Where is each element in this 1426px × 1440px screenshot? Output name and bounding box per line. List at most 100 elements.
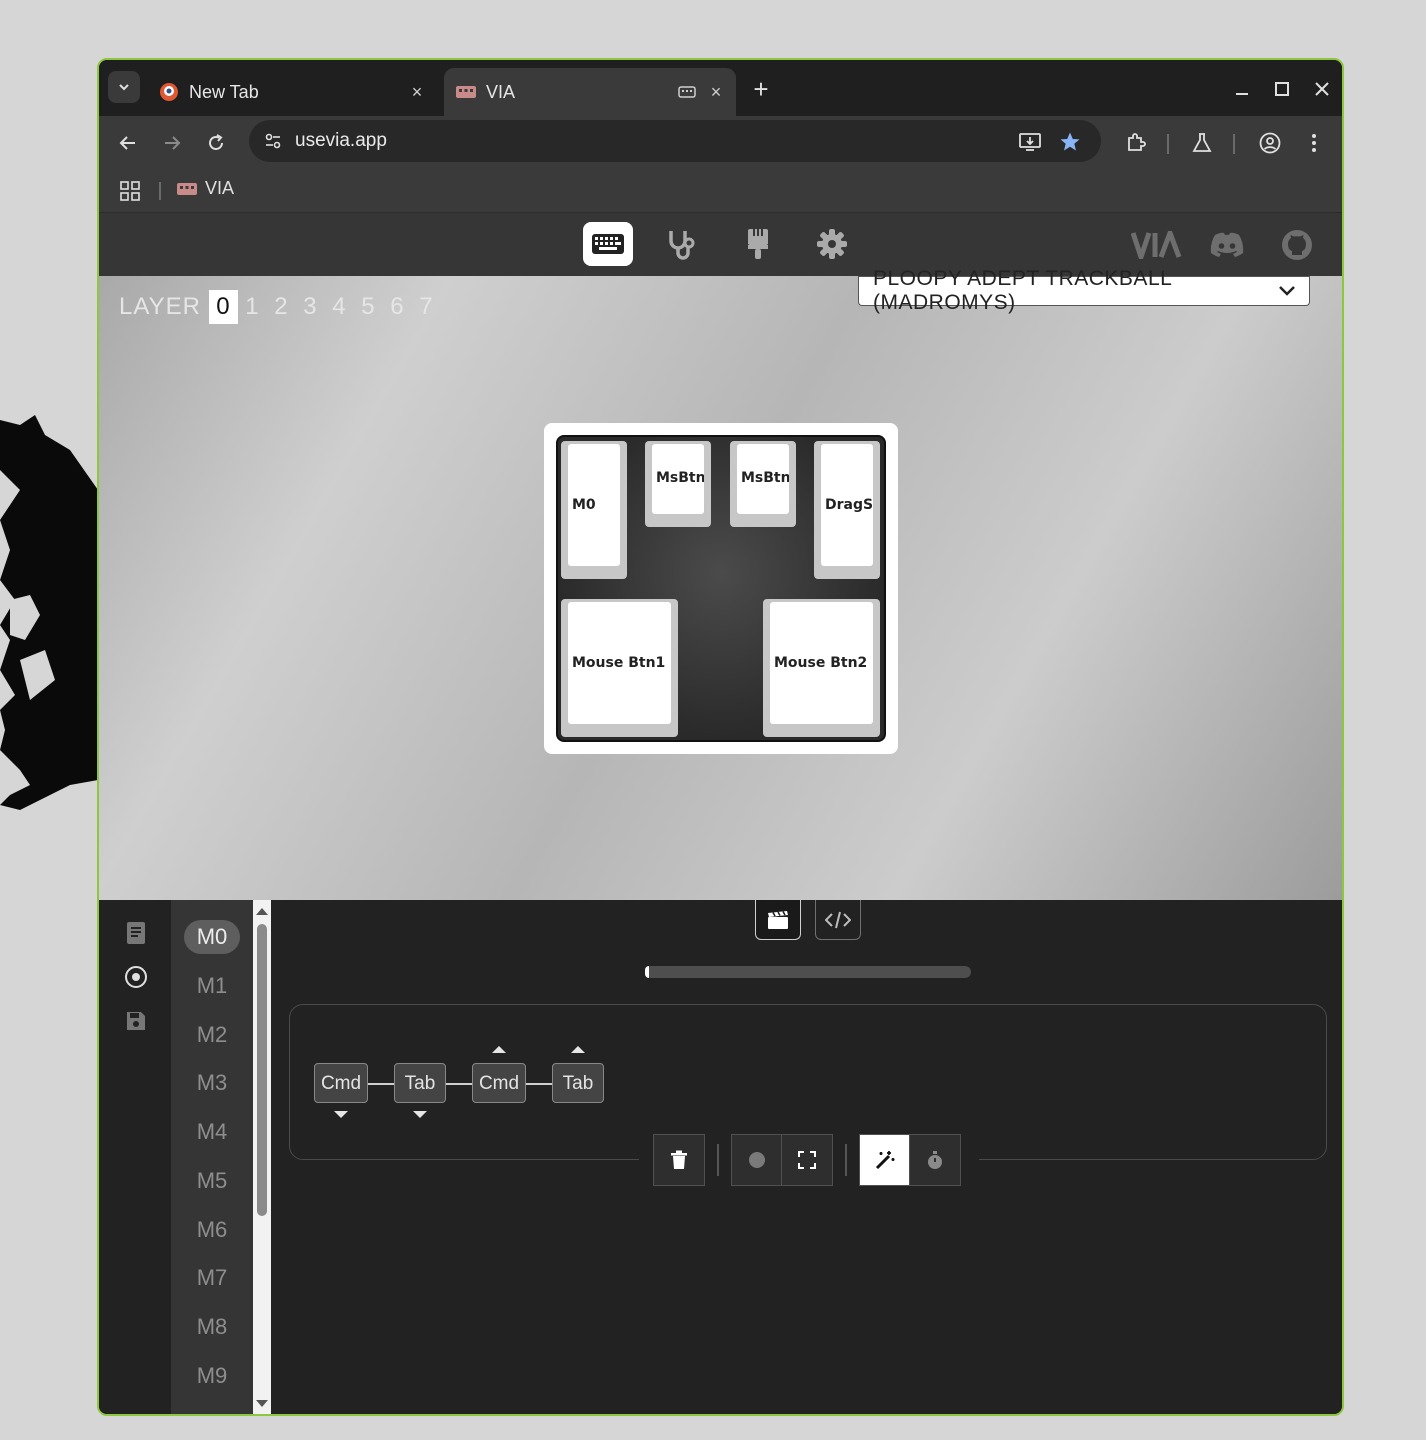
profile-icon[interactable] [1253, 126, 1287, 160]
via-favicon-icon [177, 182, 197, 195]
smart-optimize-toggle[interactable] [859, 1134, 911, 1186]
discord-icon[interactable] [1207, 227, 1247, 263]
sequence-key-tab-up[interactable]: Tab [552, 1063, 604, 1103]
forward-icon[interactable] [155, 126, 189, 160]
new-tab-button[interactable]: + [747, 76, 775, 104]
device-name: PLOOPY ADEPT TRACKBALL (MADROMYS) [873, 267, 1172, 314]
macro-item[interactable]: M3 [184, 1066, 240, 1100]
bookmark-star-icon[interactable] [1057, 129, 1083, 155]
tab-new-tab[interactable]: New Tab × [147, 68, 437, 116]
bookmarks-bar: VIA [99, 168, 1342, 213]
macro-item[interactable]: M2 [184, 1018, 240, 1052]
layer-5-button[interactable]: 5 [354, 293, 383, 321]
macro-item[interactable]: M6 [184, 1213, 240, 1247]
layer-1-button[interactable]: 1 [238, 293, 267, 321]
site-settings-icon[interactable] [261, 129, 285, 153]
macro-list-scrollbar[interactable] [253, 900, 271, 1414]
scroll-up-arrow[interactable] [256, 908, 268, 915]
device-select-dropdown[interactable]: PLOOPY ADEPT TRACKBALL (MADROMYS) [858, 267, 1310, 314]
controls-divider [717, 1144, 719, 1176]
reload-icon[interactable] [199, 126, 233, 160]
close-tab-icon[interactable]: × [405, 80, 429, 104]
key-up-arrow-icon [492, 1046, 506, 1053]
key-label: MsBtn [656, 470, 704, 486]
keyboard-icon [592, 234, 624, 254]
keyboard-design-area: LAYER 0 1 2 3 4 5 6 7 PLOOPY ADEPT TRACK… [99, 267, 1342, 900]
macro-list: M0 M1 M2 M3 M4 M5 M6 M7 M8 M9 [171, 900, 253, 1414]
labs-flask-icon[interactable] [1185, 126, 1219, 160]
key-up-arrow-icon [571, 1046, 585, 1053]
record-delays-toggle[interactable] [909, 1134, 961, 1186]
key-msbtn-right[interactable]: MsBtn [730, 441, 796, 527]
close-window-icon[interactable] [1307, 74, 1337, 104]
browser-toolbar: usevia.app [99, 116, 1342, 168]
macros-target-icon[interactable] [123, 964, 149, 990]
fullscreen-button[interactable] [781, 1134, 833, 1186]
record-button[interactable] [731, 1134, 783, 1186]
sequence-connector [446, 1083, 472, 1085]
bookmark-label: VIA [205, 178, 235, 198]
layer-7-button[interactable]: 7 [412, 293, 441, 321]
layer-4-button[interactable]: 4 [325, 293, 354, 321]
sequence-key-cmd-up[interactable]: Cmd [472, 1063, 526, 1103]
key-tester-button[interactable] [657, 222, 707, 266]
key-m0[interactable]: M0 [561, 441, 627, 579]
address-bar[interactable]: usevia.app [249, 120, 1101, 162]
macro-item[interactable]: M4 [184, 1115, 240, 1149]
github-icon[interactable] [1279, 227, 1315, 263]
via-logo[interactable] [1129, 227, 1185, 263]
bookmark-via[interactable]: VIA [177, 178, 234, 199]
script-mode-button[interactable] [815, 900, 861, 940]
menu-kebab-icon[interactable] [1297, 126, 1331, 160]
scrollbar-thumb[interactable] [257, 924, 267, 1216]
sequence-connector [368, 1083, 394, 1085]
fullscreen-icon [798, 1151, 816, 1169]
back-icon[interactable] [111, 126, 145, 160]
scroll-down-arrow[interactable] [256, 1400, 268, 1407]
configure-keyboard-button[interactable] [583, 222, 633, 266]
save-load-icon[interactable] [123, 1008, 149, 1034]
close-tab-icon[interactable]: × [704, 80, 728, 104]
key-dragscroll[interactable]: DragSc [814, 441, 880, 579]
tab-search-button[interactable] [108, 71, 140, 103]
macro-controls [639, 1134, 979, 1186]
tab-via[interactable]: VIA × [444, 68, 736, 116]
layer-0-button[interactable]: 0 [208, 290, 238, 324]
macro-item[interactable]: M1 [184, 969, 240, 1003]
macro-item[interactable]: M0 [184, 920, 240, 954]
macro-item[interactable]: M7 [184, 1261, 240, 1295]
key-down-arrow-icon [413, 1111, 427, 1118]
macro-item[interactable]: M9 [184, 1359, 240, 1393]
key-mouse-btn2[interactable]: Mouse Btn2 [763, 599, 880, 737]
recorder-mode-button[interactable] [755, 900, 801, 940]
keyboard-preview: M0 MsBtn MsBtn DragSc Mouse Btn1 Mouse B… [544, 423, 898, 754]
install-app-icon[interactable] [1017, 129, 1043, 155]
stopwatch-icon [928, 1151, 942, 1169]
macro-item[interactable]: M8 [184, 1310, 240, 1344]
tab-title: VIA [486, 81, 516, 102]
keymap-menu-icon[interactable] [123, 920, 149, 946]
macro-panel: M0 M1 M2 M3 M4 M5 M6 M7 M8 M9 Cmd Tab Cm… [99, 900, 1342, 1414]
key-label: M0 [572, 497, 596, 513]
macro-item[interactable]: M5 [184, 1164, 240, 1198]
design-button[interactable] [733, 222, 783, 266]
settings-button[interactable] [807, 222, 857, 266]
layer-selector: LAYER 0 1 2 3 4 5 6 7 [119, 290, 441, 324]
apps-grid-icon[interactable] [119, 180, 141, 202]
layer-3-button[interactable]: 3 [296, 293, 325, 321]
sequence-key-tab-down[interactable]: Tab [394, 1063, 446, 1103]
minimize-icon[interactable] [1227, 74, 1257, 104]
device-connected-icon[interactable] [676, 81, 698, 103]
maximize-icon[interactable] [1267, 74, 1297, 104]
sequence-connector [526, 1083, 552, 1085]
layer-6-button[interactable]: 6 [383, 293, 412, 321]
browser-window: New Tab × VIA × + usevia.app VIA LAYER 0… [97, 58, 1344, 1416]
layer-2-button[interactable]: 2 [267, 293, 296, 321]
macro-memory-progress [645, 966, 971, 978]
sequence-key-cmd-down[interactable]: Cmd [314, 1063, 368, 1103]
key-mouse-btn1[interactable]: Mouse Btn1 [561, 599, 678, 737]
toolbar-divider [1233, 134, 1235, 154]
delete-macro-button[interactable] [653, 1134, 705, 1186]
key-msbtn-left[interactable]: MsBtn [645, 441, 711, 527]
extensions-icon[interactable] [1119, 126, 1153, 160]
